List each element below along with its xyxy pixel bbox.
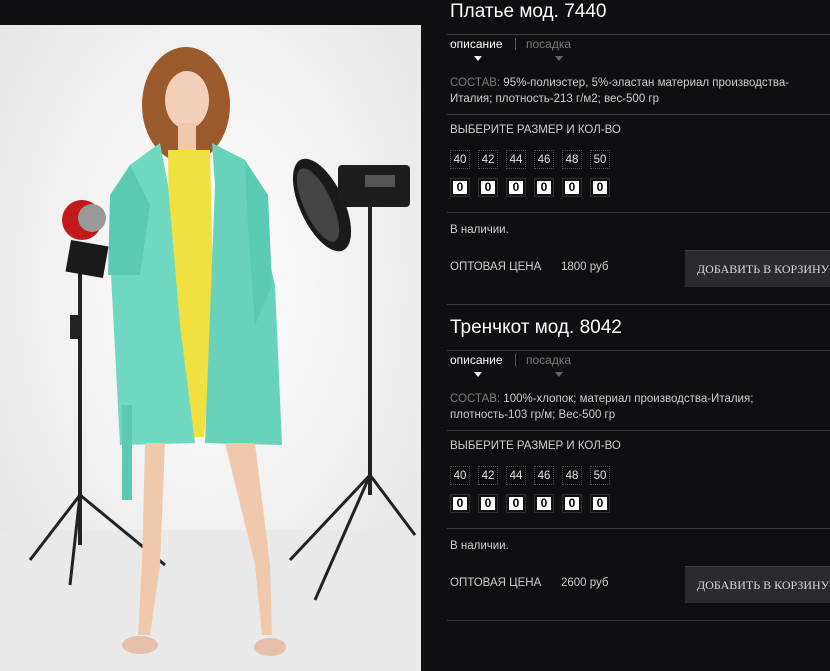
composition-text: СОСТАВ: 100%-хлопок; материал производст… xyxy=(450,391,825,423)
caret-down-icon xyxy=(474,372,482,377)
divider xyxy=(447,114,830,115)
quantity-input[interactable]: 0 xyxy=(590,494,610,513)
quantity-value[interactable]: 0 xyxy=(453,497,467,510)
caret-down-icon xyxy=(555,372,563,377)
choose-size-label: ВЫБЕРИТЕ РАЗМЕР И КОЛ-ВО xyxy=(450,440,621,452)
composition-label: СОСТАВ: xyxy=(450,77,501,89)
composition-text: СОСТАВ: 95%-полиэстер, 5%-эластан матери… xyxy=(450,75,825,107)
product-title: Тренчкот мод. 8042 xyxy=(450,317,622,338)
price-value: 1800 руб xyxy=(561,261,609,273)
divider xyxy=(447,430,830,431)
size-option[interactable]: 50 xyxy=(590,150,610,169)
quantity-value[interactable]: 0 xyxy=(453,181,467,194)
size-option[interactable]: 44 xyxy=(506,150,526,169)
quantity-value[interactable]: 0 xyxy=(565,497,579,510)
size-option[interactable]: 48 xyxy=(562,150,582,169)
quantity-input[interactable]: 0 xyxy=(450,494,470,513)
product-photo xyxy=(0,25,421,671)
quantity-input[interactable]: 0 xyxy=(562,178,582,197)
quantity-input[interactable]: 0 xyxy=(562,494,582,513)
size-option[interactable]: 42 xyxy=(478,466,498,485)
price-value: 2600 руб xyxy=(561,577,609,589)
quantity-input[interactable]: 0 xyxy=(506,494,526,513)
size-option[interactable]: 46 xyxy=(534,466,554,485)
divider xyxy=(447,304,830,305)
tab-description[interactable]: описание xyxy=(450,353,503,367)
quantity-input[interactable]: 0 xyxy=(478,178,498,197)
add-to-cart-button[interactable]: ДОБАВИТЬ В КОРЗИНУ xyxy=(685,250,830,287)
add-to-cart-button[interactable]: ДОБАВИТЬ В КОРЗИНУ xyxy=(685,566,830,603)
quantity-input[interactable]: 0 xyxy=(478,494,498,513)
tab-fit[interactable]: посадка xyxy=(526,37,571,51)
size-option[interactable]: 46 xyxy=(534,150,554,169)
quantity-input[interactable]: 0 xyxy=(450,178,470,197)
quantity-value[interactable]: 0 xyxy=(537,497,551,510)
quantity-value[interactable]: 0 xyxy=(565,181,579,194)
size-option[interactable]: 50 xyxy=(590,466,610,485)
size-option[interactable]: 40 xyxy=(450,466,470,485)
quantity-input[interactable]: 0 xyxy=(534,494,554,513)
quantity-value[interactable]: 0 xyxy=(509,497,523,510)
size-option[interactable]: 44 xyxy=(506,466,526,485)
divider xyxy=(447,34,830,35)
caret-down-icon xyxy=(474,56,482,61)
divider xyxy=(447,350,830,351)
quantity-value[interactable]: 0 xyxy=(537,181,551,194)
tab-description[interactable]: описание xyxy=(450,37,503,51)
model-illustration xyxy=(0,25,421,671)
tab-fit[interactable]: посадка xyxy=(526,353,571,367)
quantity-input[interactable]: 0 xyxy=(534,178,554,197)
quantity-input[interactable]: 0 xyxy=(590,178,610,197)
caret-down-icon xyxy=(555,56,563,61)
composition-label: СОСТАВ: xyxy=(450,393,501,405)
wholesale-price-label: ОПТОВАЯ ЦЕНА xyxy=(450,577,542,589)
size-option[interactable]: 42 xyxy=(478,150,498,169)
divider xyxy=(447,620,830,621)
quantity-value[interactable]: 0 xyxy=(481,181,495,194)
composition-value: 95%-полиэстер, 5%-эластан материал произ… xyxy=(450,77,790,105)
divider xyxy=(447,528,830,529)
choose-size-label: ВЫБЕРИТЕ РАЗМЕР И КОЛ-ВО xyxy=(450,124,621,136)
tab-separator xyxy=(515,354,516,366)
size-option[interactable]: 48 xyxy=(562,466,582,485)
tab-separator xyxy=(515,38,516,50)
quantity-value[interactable]: 0 xyxy=(593,181,607,194)
wholesale-price-label: ОПТОВАЯ ЦЕНА xyxy=(450,261,542,273)
product-title: Платье мод. 7440 xyxy=(450,1,607,22)
divider xyxy=(447,212,830,213)
stock-status: В наличии. xyxy=(450,224,509,236)
quantity-value[interactable]: 0 xyxy=(481,497,495,510)
quantity-input[interactable]: 0 xyxy=(506,178,526,197)
quantity-value[interactable]: 0 xyxy=(593,497,607,510)
stock-status: В наличии. xyxy=(450,540,509,552)
size-option[interactable]: 40 xyxy=(450,150,470,169)
quantity-value[interactable]: 0 xyxy=(509,181,523,194)
